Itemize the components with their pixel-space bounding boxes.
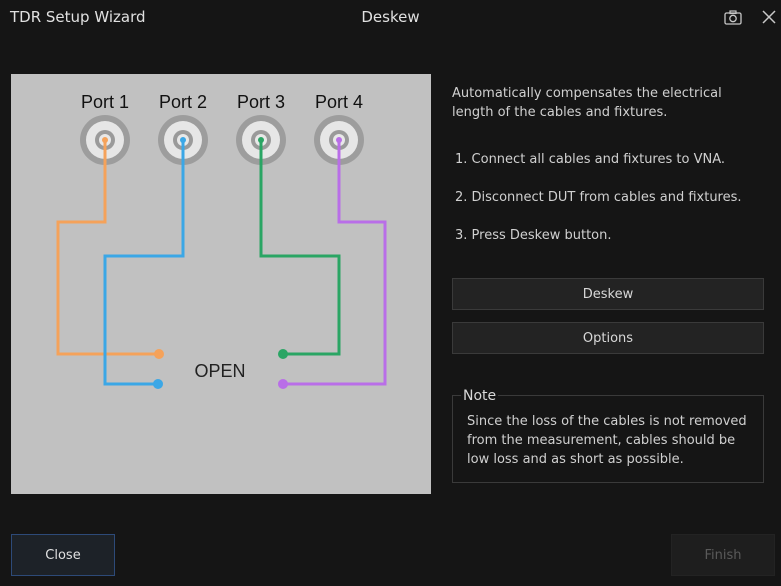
- deskew-description: Automatically compensates the electrical…: [452, 86, 722, 120]
- step-1: 1. Connect all cables and fixtures to VN…: [455, 152, 725, 167]
- port-1-label: Port 1: [81, 92, 129, 112]
- port-2-cable: [103, 140, 185, 386]
- port-4-label: Port 4: [315, 92, 363, 112]
- port-connection-diagram: Port 1 Port 2 Port 3 Port 4 OPEN: [11, 74, 431, 494]
- port-3-cable: [259, 140, 341, 356]
- camera-icon[interactable]: [722, 6, 744, 28]
- port-3-label: Port 3: [237, 92, 285, 112]
- open-label: OPEN: [194, 361, 245, 381]
- page-title: Deskew: [361, 8, 420, 26]
- close-button[interactable]: Close: [11, 534, 115, 576]
- deskew-button[interactable]: Deskew: [452, 278, 764, 310]
- port-2-label: Port 2: [159, 92, 207, 112]
- step-3: 3. Press Deskew button.: [455, 228, 612, 243]
- port-1-cable: [56, 140, 159, 356]
- port-4-cable: [283, 140, 387, 386]
- finish-button[interactable]: Finish: [671, 534, 775, 576]
- window-title: TDR Setup Wizard: [10, 8, 146, 26]
- close-icon[interactable]: [758, 6, 780, 28]
- options-button[interactable]: Options: [452, 322, 764, 354]
- note-text: Since the loss of the cables is not remo…: [467, 414, 747, 467]
- note-title: Note: [461, 388, 499, 404]
- note-box: Note Since the loss of the cables is not…: [452, 388, 764, 483]
- step-2: 2. Disconnect DUT from cables and fixtur…: [455, 190, 742, 205]
